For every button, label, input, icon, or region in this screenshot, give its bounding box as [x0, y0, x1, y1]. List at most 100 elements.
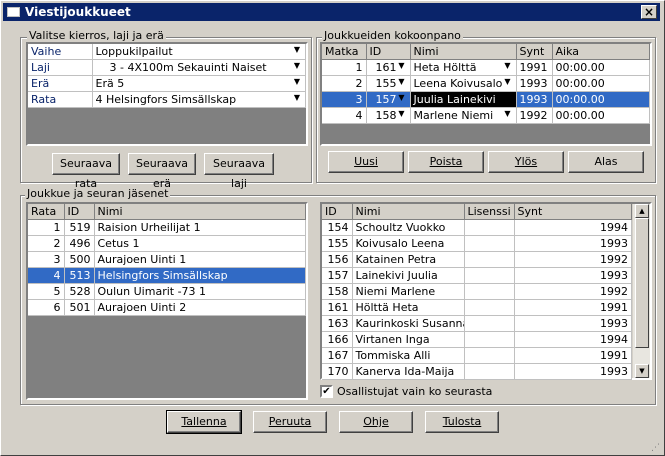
- team-row[interactable]: 6 501 Aurajoen Uinti 2: [28, 299, 306, 316]
- swimmer-name-cell[interactable]: ▼ Heta Hölttä: [410, 59, 517, 76]
- member-row[interactable]: 154 Schoultz Vuokko 1994: [322, 219, 632, 236]
- team-row[interactable]: 5 528 Oulun Uimarit -73 1: [28, 283, 306, 300]
- members-header[interactable]: Lisenssi: [464, 204, 515, 220]
- swimmer-id-text: 161: [375, 61, 397, 74]
- member-row[interactable]: 161 Hölttä Heta 1991: [322, 299, 632, 316]
- composition-header[interactable]: ID: [366, 44, 411, 60]
- up-button[interactable]: Ylös: [488, 151, 564, 173]
- member-row[interactable]: 156 Katainen Petra 1992: [322, 251, 632, 268]
- swimmer-name-cell[interactable]: ▼ Leena Koivusalo: [410, 75, 517, 92]
- composition-row[interactable]: 4 ▼ 158 ▼ Marlene Niemi 1992 00:00.00: [322, 107, 650, 124]
- team-row[interactable]: 1 519 Raision Urheilijat 1: [28, 219, 306, 236]
- chevron-down-icon[interactable]: ▼: [292, 61, 302, 70]
- teams-header[interactable]: Rata: [28, 204, 65, 220]
- selection-row[interactable]: Vaihe ▼ Loppukilpailut: [28, 44, 306, 60]
- team-row[interactable]: 2 496 Cetus 1: [28, 235, 306, 252]
- chevron-down-icon[interactable]: ▼: [397, 61, 407, 70]
- members-header[interactable]: Synt: [514, 204, 632, 220]
- member-row[interactable]: 157 Lainekivi Juulia 1993: [322, 267, 632, 284]
- chevron-down-icon[interactable]: ▼: [292, 93, 302, 102]
- scroll-thumb[interactable]: [635, 218, 649, 348]
- selection-row-value[interactable]: ▼ 3 - 4X100m Sekauinti Naiset: [92, 59, 306, 76]
- help-button[interactable]: Ohje: [339, 411, 413, 433]
- selection-row[interactable]: Laji ▼ 3 - 4X100m Sekauinti Naiset: [28, 59, 306, 76]
- teams-header[interactable]: Nimi: [94, 204, 306, 220]
- member-row[interactable]: 170 Kanerva Ida-Maija 1993: [322, 363, 632, 380]
- team-row[interactable]: 3 500 Aurajoen Uinti 1: [28, 251, 306, 268]
- birth-year-cell: 1993: [516, 91, 553, 108]
- close-button[interactable]: ×: [641, 5, 657, 19]
- teams-grid: Rata ID Nimi 1 519 Raision Urheilijat 1 2 496 C…: [28, 204, 306, 316]
- selection-row-value[interactable]: ▼ Loppukilpailut: [92, 44, 306, 60]
- selection-row-value[interactable]: ▼ Erä 5: [92, 75, 306, 92]
- save-button[interactable]: Tallenna: [166, 410, 242, 434]
- chevron-down-icon[interactable]: ▼: [503, 61, 513, 70]
- down-button[interactable]: Alas: [568, 151, 644, 173]
- delete-button[interactable]: Poista: [408, 151, 484, 173]
- next-lane-button[interactable]: Seuraava rata: [52, 153, 120, 190]
- member-birth-cell: 1993: [514, 267, 632, 284]
- chevron-down-icon[interactable]: ▼: [292, 77, 302, 86]
- composition-header[interactable]: Nimi: [410, 44, 517, 60]
- selection-row[interactable]: Rata ▼ 4 Helsingfors Simsällskap: [28, 91, 306, 108]
- selection-row-label: Vaihe: [28, 44, 93, 60]
- teams-header[interactable]: ID: [64, 204, 95, 220]
- composition-row[interactable]: 3 ▼ 157 ▼ Juulia Lainekivi 1993 00:00.00: [322, 91, 650, 108]
- print-button[interactable]: Tulosta: [425, 411, 499, 433]
- cancel-button[interactable]: Peruuta: [253, 411, 327, 433]
- composition-header[interactable]: Synt: [516, 44, 553, 60]
- selection-grid: Vaihe ▼ Loppukilpailut Laji ▼ 3 - 4X100m Sek…: [28, 44, 306, 108]
- chevron-down-icon[interactable]: ▼: [503, 77, 513, 86]
- swimmer-name-text: Heta Hölttä: [413, 61, 477, 74]
- member-row[interactable]: 166 Virtanen Inga 1994: [322, 331, 632, 348]
- members-scrollbar[interactable]: ▲ ▼: [632, 204, 650, 378]
- lane-cell: 5: [28, 283, 65, 300]
- chevron-down-icon[interactable]: ▼: [292, 45, 302, 54]
- composition-header[interactable]: Aika: [552, 44, 650, 60]
- time-cell[interactable]: 00:00.00: [552, 75, 650, 92]
- member-row[interactable]: 158 Niemi Marlene 1992: [322, 283, 632, 300]
- member-id-cell: 156: [322, 251, 353, 268]
- composition-row[interactable]: 2 ▼ 155 ▼ Leena Koivusalo 1993 00:00.00: [322, 75, 650, 92]
- team-id-cell: 496: [64, 235, 95, 252]
- members-header[interactable]: Nimi: [352, 204, 465, 220]
- resize-grip-icon[interactable]: ⋰: [651, 442, 663, 454]
- leg-cell: 1: [322, 59, 367, 76]
- member-name-cell: Virtanen Inga: [352, 331, 465, 348]
- swimmer-name-cell[interactable]: ▼ Marlene Niemi: [410, 107, 517, 124]
- swimmer-id-cell[interactable]: ▼ 158: [366, 107, 411, 124]
- chevron-down-icon[interactable]: ▼: [503, 109, 513, 118]
- member-row[interactable]: 167 Tommiska Alli 1991: [322, 347, 632, 364]
- swimmer-name-cell[interactable]: ▼ Juulia Lainekivi: [410, 91, 517, 108]
- composition-header[interactable]: Matka: [322, 44, 367, 60]
- chevron-down-icon[interactable]: ▼: [397, 109, 407, 118]
- scroll-down-icon[interactable]: ▼: [635, 364, 649, 378]
- member-license-cell: [464, 347, 515, 364]
- swimmer-id-cell[interactable]: ▼ 161: [366, 59, 411, 76]
- chevron-down-icon[interactable]: ▼: [397, 77, 407, 86]
- same-club-checkbox[interactable]: ✔: [320, 385, 333, 398]
- member-name-cell: Hölttä Heta: [352, 299, 465, 316]
- selection-row[interactable]: Erä ▼ Erä 5: [28, 75, 306, 92]
- scroll-up-icon[interactable]: ▲: [635, 204, 649, 218]
- time-cell[interactable]: 00:00.00: [552, 107, 650, 124]
- composition-row[interactable]: 1 ▼ 161 ▼ Heta Hölttä 1991 00:00.00: [322, 59, 650, 76]
- member-id-cell: 170: [322, 363, 353, 380]
- time-cell[interactable]: 00:00.00: [552, 91, 650, 108]
- member-row[interactable]: 163 Kaurinkoski Susanna 1993: [322, 315, 632, 332]
- member-row[interactable]: 155 Koivusalo Leena 1993: [322, 235, 632, 252]
- selection-row-value[interactable]: ▼ 4 Helsingfors Simsällskap: [92, 91, 306, 108]
- swimmer-id-cell[interactable]: ▼ 157: [366, 91, 411, 108]
- next-heat-button[interactable]: Seuraava erä: [128, 153, 196, 190]
- team-row[interactable]: 4 513 Helsingfors Simsällskap: [28, 267, 306, 284]
- new-button[interactable]: Uusi: [328, 151, 404, 173]
- time-cell[interactable]: 00:00.00: [552, 59, 650, 76]
- member-id-cell: 157: [322, 267, 353, 284]
- swimmer-name-text: Juulia Lainekivi: [413, 93, 496, 106]
- chevron-down-icon[interactable]: ▼: [397, 93, 407, 102]
- chevron-down-icon[interactable]: ▼: [503, 93, 513, 102]
- members-header[interactable]: ID: [322, 204, 353, 220]
- delete-button-label: Poista: [429, 155, 463, 168]
- swimmer-id-cell[interactable]: ▼ 155: [366, 75, 411, 92]
- next-event-button[interactable]: Seuraava laji: [204, 153, 274, 190]
